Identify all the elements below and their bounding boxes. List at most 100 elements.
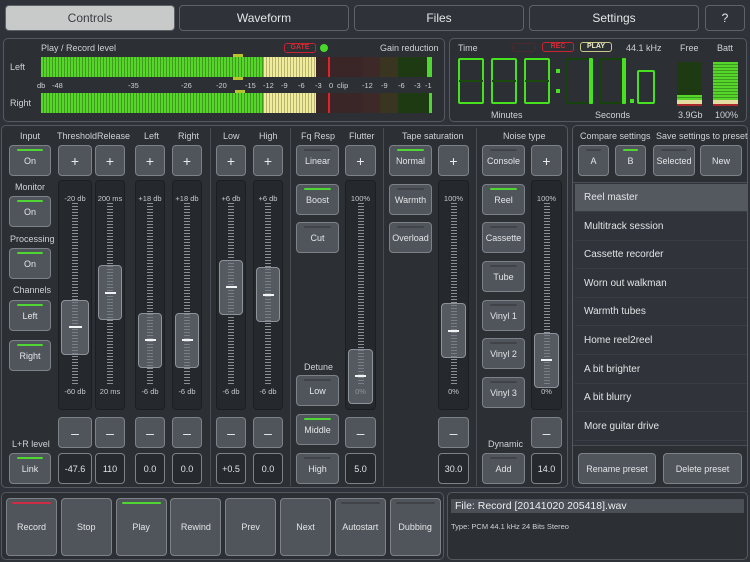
slider-min-label: -6 db — [141, 387, 159, 396]
noise-tube-button[interactable]: Tube — [482, 261, 525, 292]
low-slider[interactable]: +6 db -6 db — [216, 180, 246, 410]
noise-amount-slider[interactable]: 100% 0% — [531, 180, 562, 410]
preset-item[interactable]: Worn out walkman — [575, 270, 747, 298]
preset-item[interactable]: Warmth tubes — [575, 298, 747, 327]
monitor-on-text: On — [23, 206, 36, 217]
next-button[interactable]: Next — [280, 498, 331, 556]
record-button[interactable]: Record — [6, 498, 57, 556]
save-new-button[interactable]: New — [700, 145, 742, 176]
preset-item[interactable]: Multitrack session — [575, 213, 747, 241]
flutter-slider[interactable]: 100%0% — [345, 180, 376, 410]
fq-cut-button[interactable]: Cut — [296, 222, 339, 253]
noise-amount-slider-handle[interactable] — [534, 332, 559, 388]
preset-item[interactable]: A bit brighter — [575, 356, 747, 384]
record-text: Record — [16, 522, 46, 532]
tape-warmth-button[interactable]: Warmth — [389, 184, 432, 215]
scale-tick: 0 — [329, 81, 334, 90]
monitor-on-button[interactable]: On — [9, 196, 51, 227]
flutter-plus-button[interactable]: + — [345, 145, 376, 176]
right-gain-slider-handle[interactable] — [175, 312, 199, 368]
noise-amount-plus-button[interactable]: + — [531, 145, 562, 176]
tab-controls[interactable]: Controls — [5, 5, 175, 31]
detune-high-button[interactable]: High — [296, 453, 339, 484]
save-selected-button[interactable]: Selected — [653, 145, 695, 176]
delete-preset-button[interactable]: Delete preset — [663, 453, 742, 484]
fq-boost-button[interactable]: Boost — [296, 184, 339, 215]
right-gain-slider[interactable]: +18 db -6 db — [172, 180, 202, 410]
noise-vinyl3-button[interactable]: Vinyl 3 — [482, 377, 525, 408]
status-led-icon — [340, 502, 380, 504]
tape-amount-slider[interactable]: 100% 0% — [438, 180, 469, 410]
high-plus-button[interactable]: + — [253, 145, 283, 176]
dynamic-add-button[interactable]: Add — [482, 453, 525, 484]
preset-item[interactable]: A bit blurry — [575, 384, 747, 413]
tab-files[interactable]: Files — [354, 5, 524, 31]
play-button[interactable]: Play — [115, 498, 167, 556]
tab-settings[interactable]: Settings — [529, 5, 699, 31]
threshold-slider-handle[interactable] — [61, 299, 89, 355]
high-slider[interactable]: +6 db -6 db — [253, 180, 283, 410]
noise-reel-button[interactable]: Reel — [482, 184, 525, 215]
low-minus-button[interactable]: – — [216, 417, 246, 448]
dubbing-button[interactable]: Dubbing — [389, 498, 441, 556]
rewind-text: Rewind — [180, 522, 211, 532]
low-slider-handle[interactable] — [219, 259, 243, 315]
preset-item[interactable]: More guitar drive — [575, 413, 747, 441]
plus-icon: + — [105, 152, 115, 169]
noise-vinyl1-text: Vinyl 1 — [490, 310, 517, 321]
detune-middle-button[interactable]: Middle — [296, 414, 339, 445]
tape-overload-button[interactable]: Overload — [389, 222, 432, 253]
right-gain-minus-button[interactable]: – — [172, 417, 202, 448]
fq-linear-button[interactable]: Linear — [296, 145, 339, 176]
high-slider-handle[interactable] — [256, 267, 280, 322]
threshold-slider[interactable]: -20 db -60 db — [58, 180, 92, 410]
left-gain-slider-handle[interactable] — [138, 312, 162, 368]
channel-left-button[interactable]: Left — [9, 300, 51, 331]
preset-item[interactable]: Cassette recorder — [575, 241, 747, 270]
link-button[interactable]: Link — [9, 453, 51, 484]
scale-tick: -3 — [315, 81, 322, 90]
release-minus-button[interactable]: – — [95, 417, 125, 448]
stop-button[interactable]: Stop — [60, 498, 112, 556]
release-plus-button[interactable]: + — [95, 145, 125, 176]
high-minus-button[interactable]: – — [253, 417, 283, 448]
left-gain-plus-button[interactable]: + — [135, 145, 165, 176]
release-slider-handle[interactable] — [98, 265, 122, 321]
tab-help[interactable]: ? — [705, 5, 745, 31]
release-slider[interactable]: 200 ms 20 ms — [95, 180, 125, 410]
noise-vinyl2-button[interactable]: Vinyl 2 — [482, 338, 525, 369]
tape-amount-minus-button[interactable]: – — [438, 417, 469, 448]
prev-button[interactable]: Prev — [225, 498, 277, 556]
detune-low-button[interactable]: Low — [296, 375, 339, 406]
threshold-minus-button[interactable]: – — [58, 417, 92, 448]
noise-vinyl1-button[interactable]: Vinyl 1 — [482, 300, 525, 331]
left-level-meter — [41, 57, 366, 77]
threshold-plus-button[interactable]: + — [58, 145, 92, 176]
rewind-button[interactable]: Rewind — [170, 498, 222, 556]
free-label: Free — [680, 43, 699, 53]
compare-a-button[interactable]: A — [578, 145, 609, 176]
tape-amount-slider-handle[interactable] — [441, 303, 466, 359]
noise-amount-minus-button[interactable]: – — [531, 417, 562, 448]
flutter-slider-handle[interactable] — [348, 348, 373, 404]
noise-cassette-button[interactable]: Cassette — [482, 222, 525, 253]
right-gain-plus-button[interactable]: + — [172, 145, 202, 176]
noise-console-button[interactable]: Console — [482, 145, 525, 176]
processing-on-button[interactable]: On — [9, 248, 51, 279]
left-gain-slider[interactable]: +18 db -6 db — [135, 180, 165, 410]
gate-indicator[interactable]: GATE — [284, 43, 316, 53]
low-plus-button[interactable]: + — [216, 145, 246, 176]
compare-b-button[interactable]: B — [615, 145, 646, 176]
tape-amount-plus-button[interactable]: + — [438, 145, 469, 176]
preset-item[interactable]: Reel master — [575, 184, 747, 212]
tab-waveform[interactable]: Waveform — [179, 5, 349, 31]
autostart-button[interactable]: Autostart — [334, 498, 386, 556]
flutter-minus-button[interactable]: – — [345, 417, 376, 448]
preset-item[interactable]: Home reel2reel — [575, 327, 747, 355]
batt-label: Batt — [717, 43, 734, 53]
rename-preset-button[interactable]: Rename preset — [578, 453, 656, 484]
input-on-button[interactable]: On — [9, 145, 51, 176]
left-gain-minus-button[interactable]: – — [135, 417, 165, 448]
channel-right-button[interactable]: Right — [9, 340, 51, 371]
tape-normal-button[interactable]: Normal — [389, 145, 432, 176]
